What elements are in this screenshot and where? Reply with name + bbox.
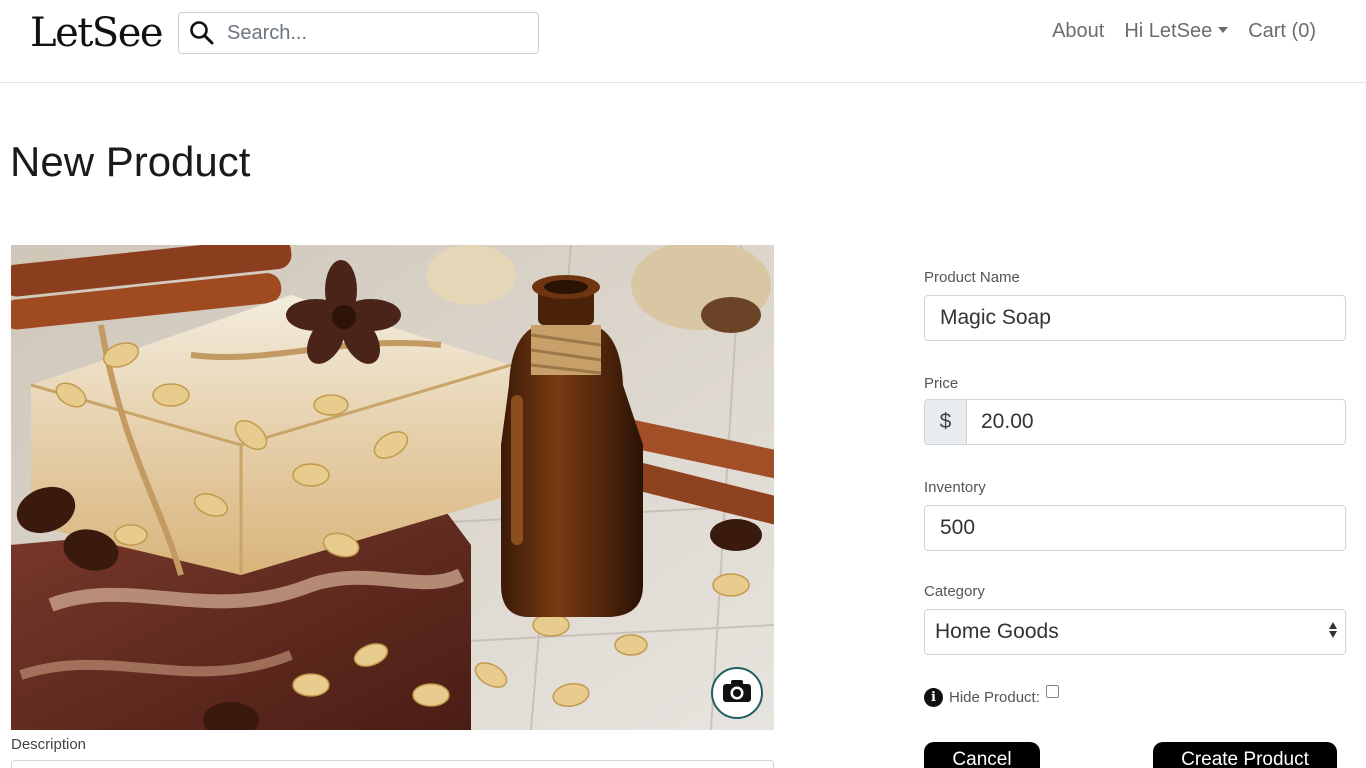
- nav-links: About Hi LetSee Cart (0): [1032, 20, 1316, 43]
- inventory-value: 500: [940, 516, 976, 539]
- description-label: Description: [11, 736, 87, 753]
- chevron-down-icon: [1218, 26, 1229, 33]
- product-name-value: Magic Soap: [940, 306, 1051, 329]
- hide-product-row: i Hide Product:: [924, 685, 1059, 707]
- description-textarea[interactable]: [11, 760, 774, 768]
- upload-image-button[interactable]: [711, 667, 763, 719]
- camera-icon: [722, 679, 752, 708]
- price-input-group: $ 20.00: [924, 399, 1346, 445]
- category-label: Category: [924, 583, 985, 600]
- category-value: Home Goods: [935, 620, 1059, 643]
- inventory-input[interactable]: 500: [924, 505, 1346, 551]
- currency-prefix: $: [924, 399, 967, 445]
- cancel-button[interactable]: Cancel: [924, 742, 1040, 768]
- logo[interactable]: LetSee: [30, 10, 164, 56]
- nav-about-link[interactable]: About: [1052, 20, 1104, 43]
- search-input[interactable]: [227, 21, 517, 45]
- product-name-label: Product Name: [924, 269, 1020, 286]
- user-menu-dropdown[interactable]: Hi LetSee: [1124, 20, 1229, 43]
- navbar: LetSee About Hi LetSee Cart (0): [0, 0, 1366, 83]
- create-product-button[interactable]: Create Product: [1153, 742, 1337, 768]
- search-bar[interactable]: [178, 12, 539, 54]
- user-menu-label: Hi LetSee: [1124, 20, 1213, 42]
- cart-link[interactable]: Cart (0): [1248, 20, 1316, 43]
- price-input[interactable]: 20.00: [967, 399, 1346, 445]
- category-select[interactable]: Home Goods: [924, 609, 1346, 655]
- product-image: [11, 245, 774, 730]
- product-name-input[interactable]: Magic Soap: [924, 295, 1346, 341]
- hide-product-label: Hide Product:: [949, 689, 1040, 706]
- info-icon[interactable]: i: [924, 688, 943, 707]
- page-title: New Product: [10, 138, 251, 185]
- price-value: 20.00: [981, 410, 1034, 433]
- inventory-label: Inventory: [924, 479, 986, 496]
- hide-product-checkbox[interactable]: [1045, 685, 1059, 698]
- search-icon: [189, 20, 215, 46]
- price-label: Price: [924, 375, 959, 392]
- select-arrows-icon: [1329, 622, 1337, 638]
